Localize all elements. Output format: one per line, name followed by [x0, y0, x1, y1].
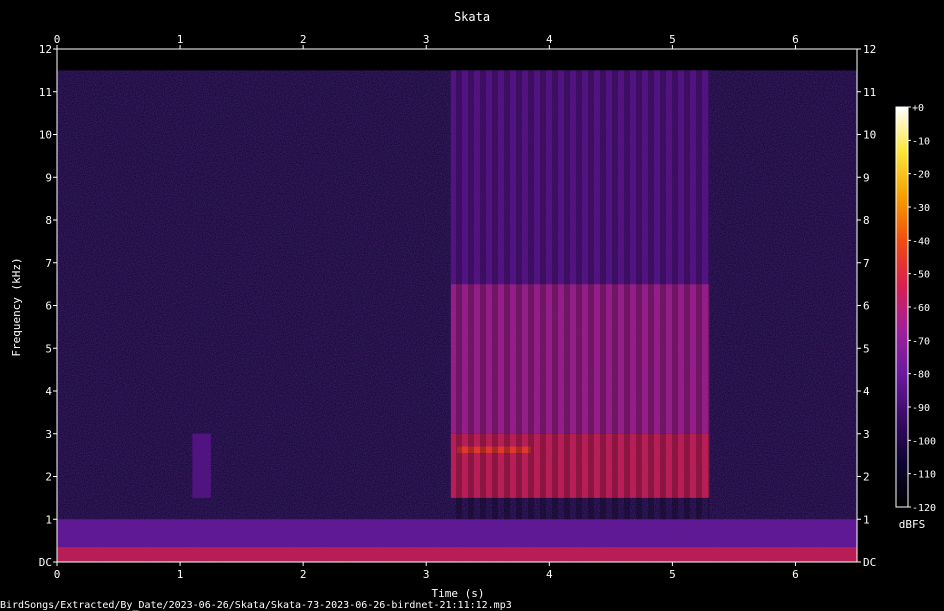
y-tick-label: 12 — [39, 43, 52, 56]
colorbar-tick-label: +0 — [912, 103, 924, 114]
colorbar-gradient — [895, 106, 909, 508]
x-tick-label: 3 — [423, 568, 430, 581]
file-path-caption: BirdSongs/Extracted/By_Date/2023-06-26/S… — [0, 600, 512, 611]
y-tick-label: 7 — [863, 257, 870, 270]
heat-region — [57, 519, 857, 548]
vertical-banding — [450, 70, 710, 520]
colorbar-tick-label: -90 — [912, 403, 930, 414]
y-tick-label: 9 — [863, 171, 870, 184]
x-tick-label: 2 — [300, 33, 307, 46]
y-tick-label: 4 — [863, 385, 870, 398]
x-tick-label: 0 — [54, 33, 61, 46]
colorbar-tick-label: -30 — [912, 203, 930, 214]
y-tick-label: 8 — [45, 214, 52, 227]
y-tick-label: 9 — [45, 171, 52, 184]
colorbar-tick-label: -110 — [912, 470, 936, 481]
y-axis-label: Frequency (kHz) — [10, 257, 23, 356]
colorbar-tick-label: -40 — [912, 236, 930, 247]
empty-band — [57, 49, 857, 71]
x-tick-label: 1 — [177, 33, 184, 46]
colorbar-tick-label: -70 — [912, 336, 930, 347]
y-tick-label: 2 — [863, 471, 870, 484]
y-tick-label: 7 — [45, 257, 52, 270]
x-axis-top: 0 1 2 3 4 5 6 — [54, 33, 799, 49]
y-tick-label: DC — [39, 556, 52, 569]
y-tick-label: 2 — [45, 471, 52, 484]
x-tick-label: 3 — [423, 33, 430, 46]
y-tick-label: 10 — [863, 129, 876, 142]
colorbar-tick-label: -50 — [912, 270, 930, 281]
y-tick-label: 1 — [45, 513, 52, 526]
colorbar-tick-label: -60 — [912, 303, 930, 314]
x-tick-label: 4 — [546, 33, 553, 46]
colorbar-ticks: +0 -10 -20 -30 -40 -50 -60 -70 -80 -90 -100 -110 -12… — [908, 103, 936, 514]
y-tick-label: 1 — [863, 513, 870, 526]
colorbar-tick-label: -120 — [912, 503, 936, 514]
y-tick-label: 12 — [863, 43, 876, 56]
plot-area — [56, 48, 858, 563]
colorbar-tick-label: -20 — [912, 170, 930, 181]
colorbar-tick-label: -10 — [912, 136, 930, 147]
colorbar: +0 -10 -20 -30 -40 -50 -60 -70 -80 -90 -100 -110 -12… — [895, 103, 936, 531]
y-tick-label: 5 — [45, 342, 52, 355]
x-tick-label: 6 — [792, 33, 799, 46]
x-tick-label: 6 — [792, 568, 799, 581]
heat-region — [192, 433, 211, 498]
colorbar-tick-label: -100 — [912, 436, 936, 447]
spectrogram-chart: Skata 0123456 0123456 DC123456789101112 … — [10, 10, 936, 600]
y-tick-label: 3 — [45, 428, 52, 441]
y-tick-label: 11 — [39, 86, 52, 99]
colorbar-label: dBFS — [899, 518, 926, 531]
heat-region — [57, 547, 857, 562]
x-tick-label: 4 — [546, 568, 553, 581]
chart-title: Skata — [454, 10, 490, 24]
x-axis-label: Time (s) — [432, 587, 485, 600]
x-tick-label: 1 — [177, 568, 184, 581]
y-tick-label: 11 — [863, 86, 876, 99]
y-tick-label: 8 — [863, 214, 870, 227]
x-tick-label: 5 — [669, 568, 676, 581]
y-tick-label: 10 — [39, 129, 52, 142]
y-axis-left: DC123456789101112 — [39, 43, 57, 569]
y-axis-right: DC123456789101112 — [857, 43, 876, 569]
colorbar-tick-label: -80 — [912, 370, 930, 381]
y-tick-label: 6 — [45, 300, 52, 313]
x-axis-bottom: 0 1 2 3 4 5 6 — [54, 562, 799, 581]
y-tick-label: 6 — [863, 300, 870, 313]
y-tick-label: 4 — [45, 385, 52, 398]
y-tick-label: DC — [863, 556, 876, 569]
x-tick-label: 2 — [300, 568, 307, 581]
x-tick-label: 5 — [669, 33, 676, 46]
x-tick-label: 0 — [54, 568, 61, 581]
y-tick-label: 5 — [863, 342, 870, 355]
y-tick-label: 3 — [863, 428, 870, 441]
